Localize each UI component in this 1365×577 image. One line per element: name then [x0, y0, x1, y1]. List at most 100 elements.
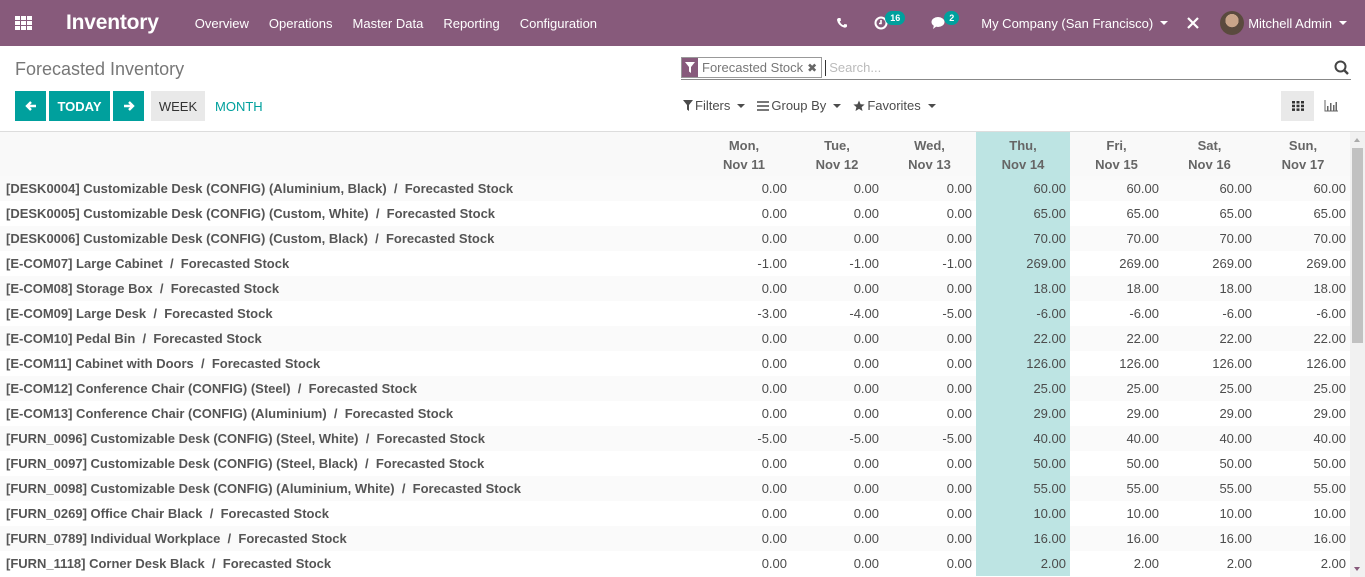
- cell-value[interactable]: 16.00: [1256, 526, 1350, 551]
- cell-value[interactable]: 0.00: [883, 451, 976, 476]
- cell-value[interactable]: 55.00: [976, 476, 1070, 501]
- cell-value[interactable]: 0.00: [697, 526, 791, 551]
- month-range-button[interactable]: MONTH: [215, 91, 263, 121]
- cell-value[interactable]: -6.00: [1070, 301, 1163, 326]
- previous-button[interactable]: [15, 91, 46, 121]
- cell-value[interactable]: 0.00: [883, 501, 976, 526]
- cell-value[interactable]: 126.00: [1256, 351, 1350, 376]
- cell-value[interactable]: 60.00: [976, 176, 1070, 201]
- cell-value[interactable]: 18.00: [1256, 276, 1350, 301]
- scroll-thumb[interactable]: [1352, 148, 1363, 343]
- menu-overview[interactable]: Overview: [195, 16, 249, 31]
- cell-value[interactable]: -6.00: [976, 301, 1070, 326]
- cell-value[interactable]: -5.00: [883, 301, 976, 326]
- cell-value[interactable]: 0.00: [883, 176, 976, 201]
- cell-value[interactable]: 0.00: [697, 476, 791, 501]
- search-button[interactable]: [1331, 60, 1351, 75]
- cell-value[interactable]: 0.00: [883, 226, 976, 251]
- cell-value[interactable]: 0.00: [791, 501, 883, 526]
- cell-value[interactable]: 60.00: [1256, 176, 1350, 201]
- cell-value[interactable]: 0.00: [791, 226, 883, 251]
- groupby-dropdown[interactable]: Group By: [757, 98, 842, 113]
- cell-value[interactable]: 10.00: [976, 501, 1070, 526]
- cell-value[interactable]: 0.00: [883, 376, 976, 401]
- cell-value[interactable]: 0.00: [791, 401, 883, 426]
- cell-value[interactable]: 70.00: [1163, 226, 1256, 251]
- cell-value[interactable]: 0.00: [791, 276, 883, 301]
- cell-value[interactable]: -6.00: [1163, 301, 1256, 326]
- cell-value[interactable]: 55.00: [1163, 476, 1256, 501]
- vertical-scrollbar[interactable]: [1350, 132, 1365, 577]
- cell-value[interactable]: 0.00: [697, 376, 791, 401]
- cell-value[interactable]: 22.00: [1256, 326, 1350, 351]
- cell-value[interactable]: 0.00: [883, 551, 976, 576]
- cell-value[interactable]: 65.00: [976, 201, 1070, 226]
- grid-view-button[interactable]: [1281, 91, 1314, 121]
- cell-value[interactable]: 0.00: [883, 476, 976, 501]
- cell-value[interactable]: 29.00: [1256, 401, 1350, 426]
- cell-value[interactable]: 40.00: [1070, 426, 1163, 451]
- cell-value[interactable]: 60.00: [1163, 176, 1256, 201]
- menu-master-data[interactable]: Master Data: [353, 16, 424, 31]
- scroll-up-arrow-icon[interactable]: [1354, 138, 1360, 142]
- cell-value[interactable]: 0.00: [791, 526, 883, 551]
- cell-value[interactable]: 29.00: [1163, 401, 1256, 426]
- cell-value[interactable]: 25.00: [976, 376, 1070, 401]
- cell-value[interactable]: 269.00: [1256, 251, 1350, 276]
- cell-value[interactable]: 0.00: [697, 351, 791, 376]
- cell-value[interactable]: 0.00: [883, 276, 976, 301]
- cell-value[interactable]: 18.00: [976, 276, 1070, 301]
- cell-value[interactable]: 0.00: [697, 226, 791, 251]
- cell-value[interactable]: 70.00: [1256, 226, 1350, 251]
- cell-value[interactable]: 0.00: [791, 451, 883, 476]
- cell-value[interactable]: 2.00: [1163, 551, 1256, 576]
- messages-button[interactable]: 2: [931, 11, 960, 30]
- cell-value[interactable]: 0.00: [697, 326, 791, 351]
- activities-button[interactable]: 16: [874, 11, 906, 30]
- cell-value[interactable]: 10.00: [1070, 501, 1163, 526]
- search-input[interactable]: [825, 59, 1331, 76]
- cell-value[interactable]: 40.00: [1256, 426, 1350, 451]
- remove-facet-icon[interactable]: ✖: [807, 61, 817, 75]
- cell-value[interactable]: -1.00: [791, 251, 883, 276]
- cell-value[interactable]: -6.00: [1256, 301, 1350, 326]
- cell-value[interactable]: 10.00: [1163, 501, 1256, 526]
- cell-value[interactable]: 0.00: [697, 451, 791, 476]
- cell-value[interactable]: 50.00: [1256, 451, 1350, 476]
- cell-value[interactable]: -1.00: [883, 251, 976, 276]
- company-switcher[interactable]: My Company (San Francisco): [981, 16, 1169, 31]
- cell-value[interactable]: 0.00: [697, 176, 791, 201]
- cell-value[interactable]: 40.00: [1163, 426, 1256, 451]
- debug-tools-button[interactable]: [1186, 16, 1200, 30]
- cell-value[interactable]: 0.00: [697, 551, 791, 576]
- cell-value[interactable]: 126.00: [1163, 351, 1256, 376]
- cell-value[interactable]: 65.00: [1163, 201, 1256, 226]
- cell-value[interactable]: 22.00: [976, 326, 1070, 351]
- cell-value[interactable]: 0.00: [883, 201, 976, 226]
- cell-value[interactable]: 2.00: [1070, 551, 1163, 576]
- cell-value[interactable]: 0.00: [791, 551, 883, 576]
- today-button[interactable]: TODAY: [49, 91, 110, 121]
- menu-configuration[interactable]: Configuration: [520, 16, 597, 31]
- cell-value[interactable]: 18.00: [1163, 276, 1256, 301]
- cell-value[interactable]: 55.00: [1256, 476, 1350, 501]
- cell-value[interactable]: 40.00: [976, 426, 1070, 451]
- cell-value[interactable]: 25.00: [1163, 376, 1256, 401]
- cell-value[interactable]: 60.00: [1070, 176, 1163, 201]
- cell-value[interactable]: -5.00: [697, 426, 791, 451]
- cell-value[interactable]: 18.00: [1070, 276, 1163, 301]
- cell-value[interactable]: 0.00: [883, 351, 976, 376]
- cell-value[interactable]: 50.00: [1070, 451, 1163, 476]
- cell-value[interactable]: 0.00: [697, 501, 791, 526]
- cell-value[interactable]: 269.00: [1070, 251, 1163, 276]
- cell-value[interactable]: 126.00: [976, 351, 1070, 376]
- cell-value[interactable]: -3.00: [697, 301, 791, 326]
- cell-value[interactable]: 16.00: [1070, 526, 1163, 551]
- menu-operations[interactable]: Operations: [269, 16, 333, 31]
- cell-value[interactable]: 65.00: [1070, 201, 1163, 226]
- next-button[interactable]: [113, 91, 144, 121]
- cell-value[interactable]: 55.00: [1070, 476, 1163, 501]
- cell-value[interactable]: 0.00: [883, 401, 976, 426]
- cell-value[interactable]: 25.00: [1256, 376, 1350, 401]
- cell-value[interactable]: -5.00: [883, 426, 976, 451]
